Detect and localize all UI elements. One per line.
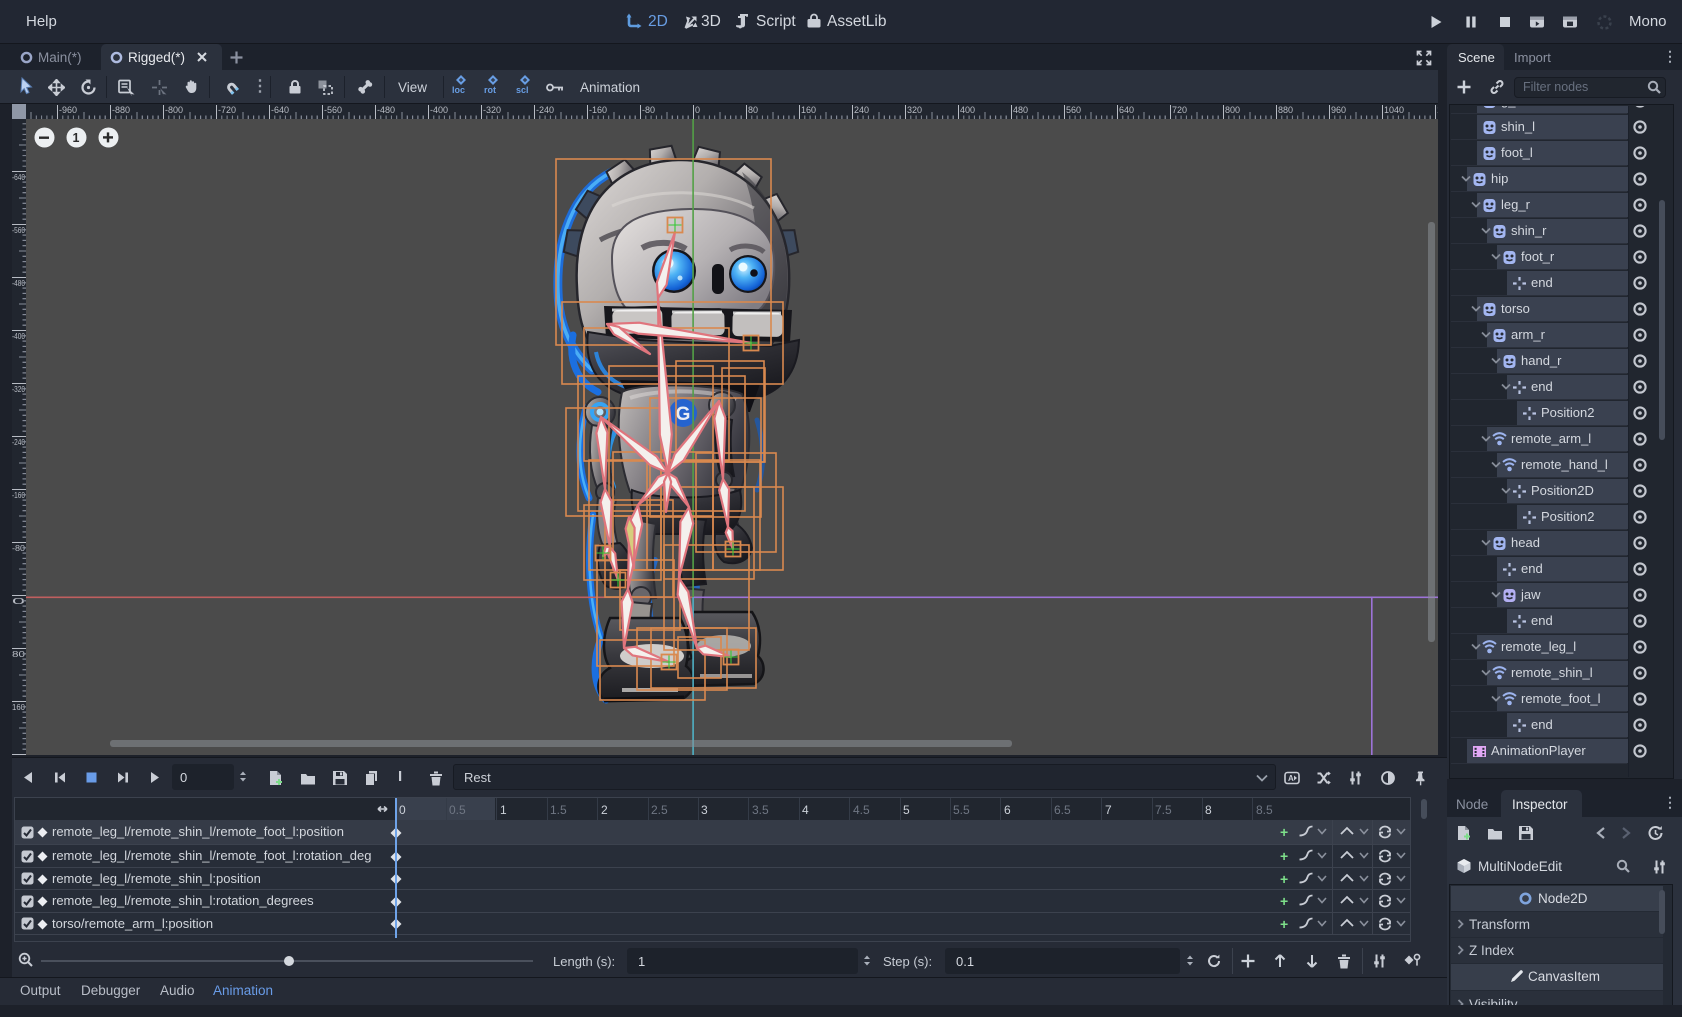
- svg-text:7.5: 7.5: [1155, 803, 1172, 817]
- svg-text:3.5: 3.5: [752, 803, 769, 817]
- svg-text:G: G: [676, 404, 691, 425]
- svg-text:2.5: 2.5: [651, 803, 668, 817]
- svg-text:6.5: 6.5: [1054, 803, 1071, 817]
- svg-text:4.5: 4.5: [853, 803, 870, 817]
- svg-text:2: 2: [601, 803, 608, 817]
- svg-text:4: 4: [802, 803, 809, 817]
- svg-text:1: 1: [73, 131, 80, 145]
- svg-text:3: 3: [701, 803, 708, 817]
- svg-text:1: 1: [500, 803, 507, 817]
- svg-text:8.5: 8.5: [1256, 803, 1273, 817]
- svg-text:5: 5: [903, 803, 910, 817]
- svg-text:5.5: 5.5: [953, 803, 970, 817]
- svg-text:8: 8: [1205, 803, 1212, 817]
- svg-text:7: 7: [1105, 803, 1112, 817]
- svg-text:A: A: [1288, 774, 1294, 783]
- svg-text:0: 0: [399, 803, 406, 817]
- svg-text:1.5: 1.5: [550, 803, 567, 817]
- svg-text:0.5: 0.5: [449, 803, 466, 817]
- svg-text:6: 6: [1004, 803, 1011, 817]
